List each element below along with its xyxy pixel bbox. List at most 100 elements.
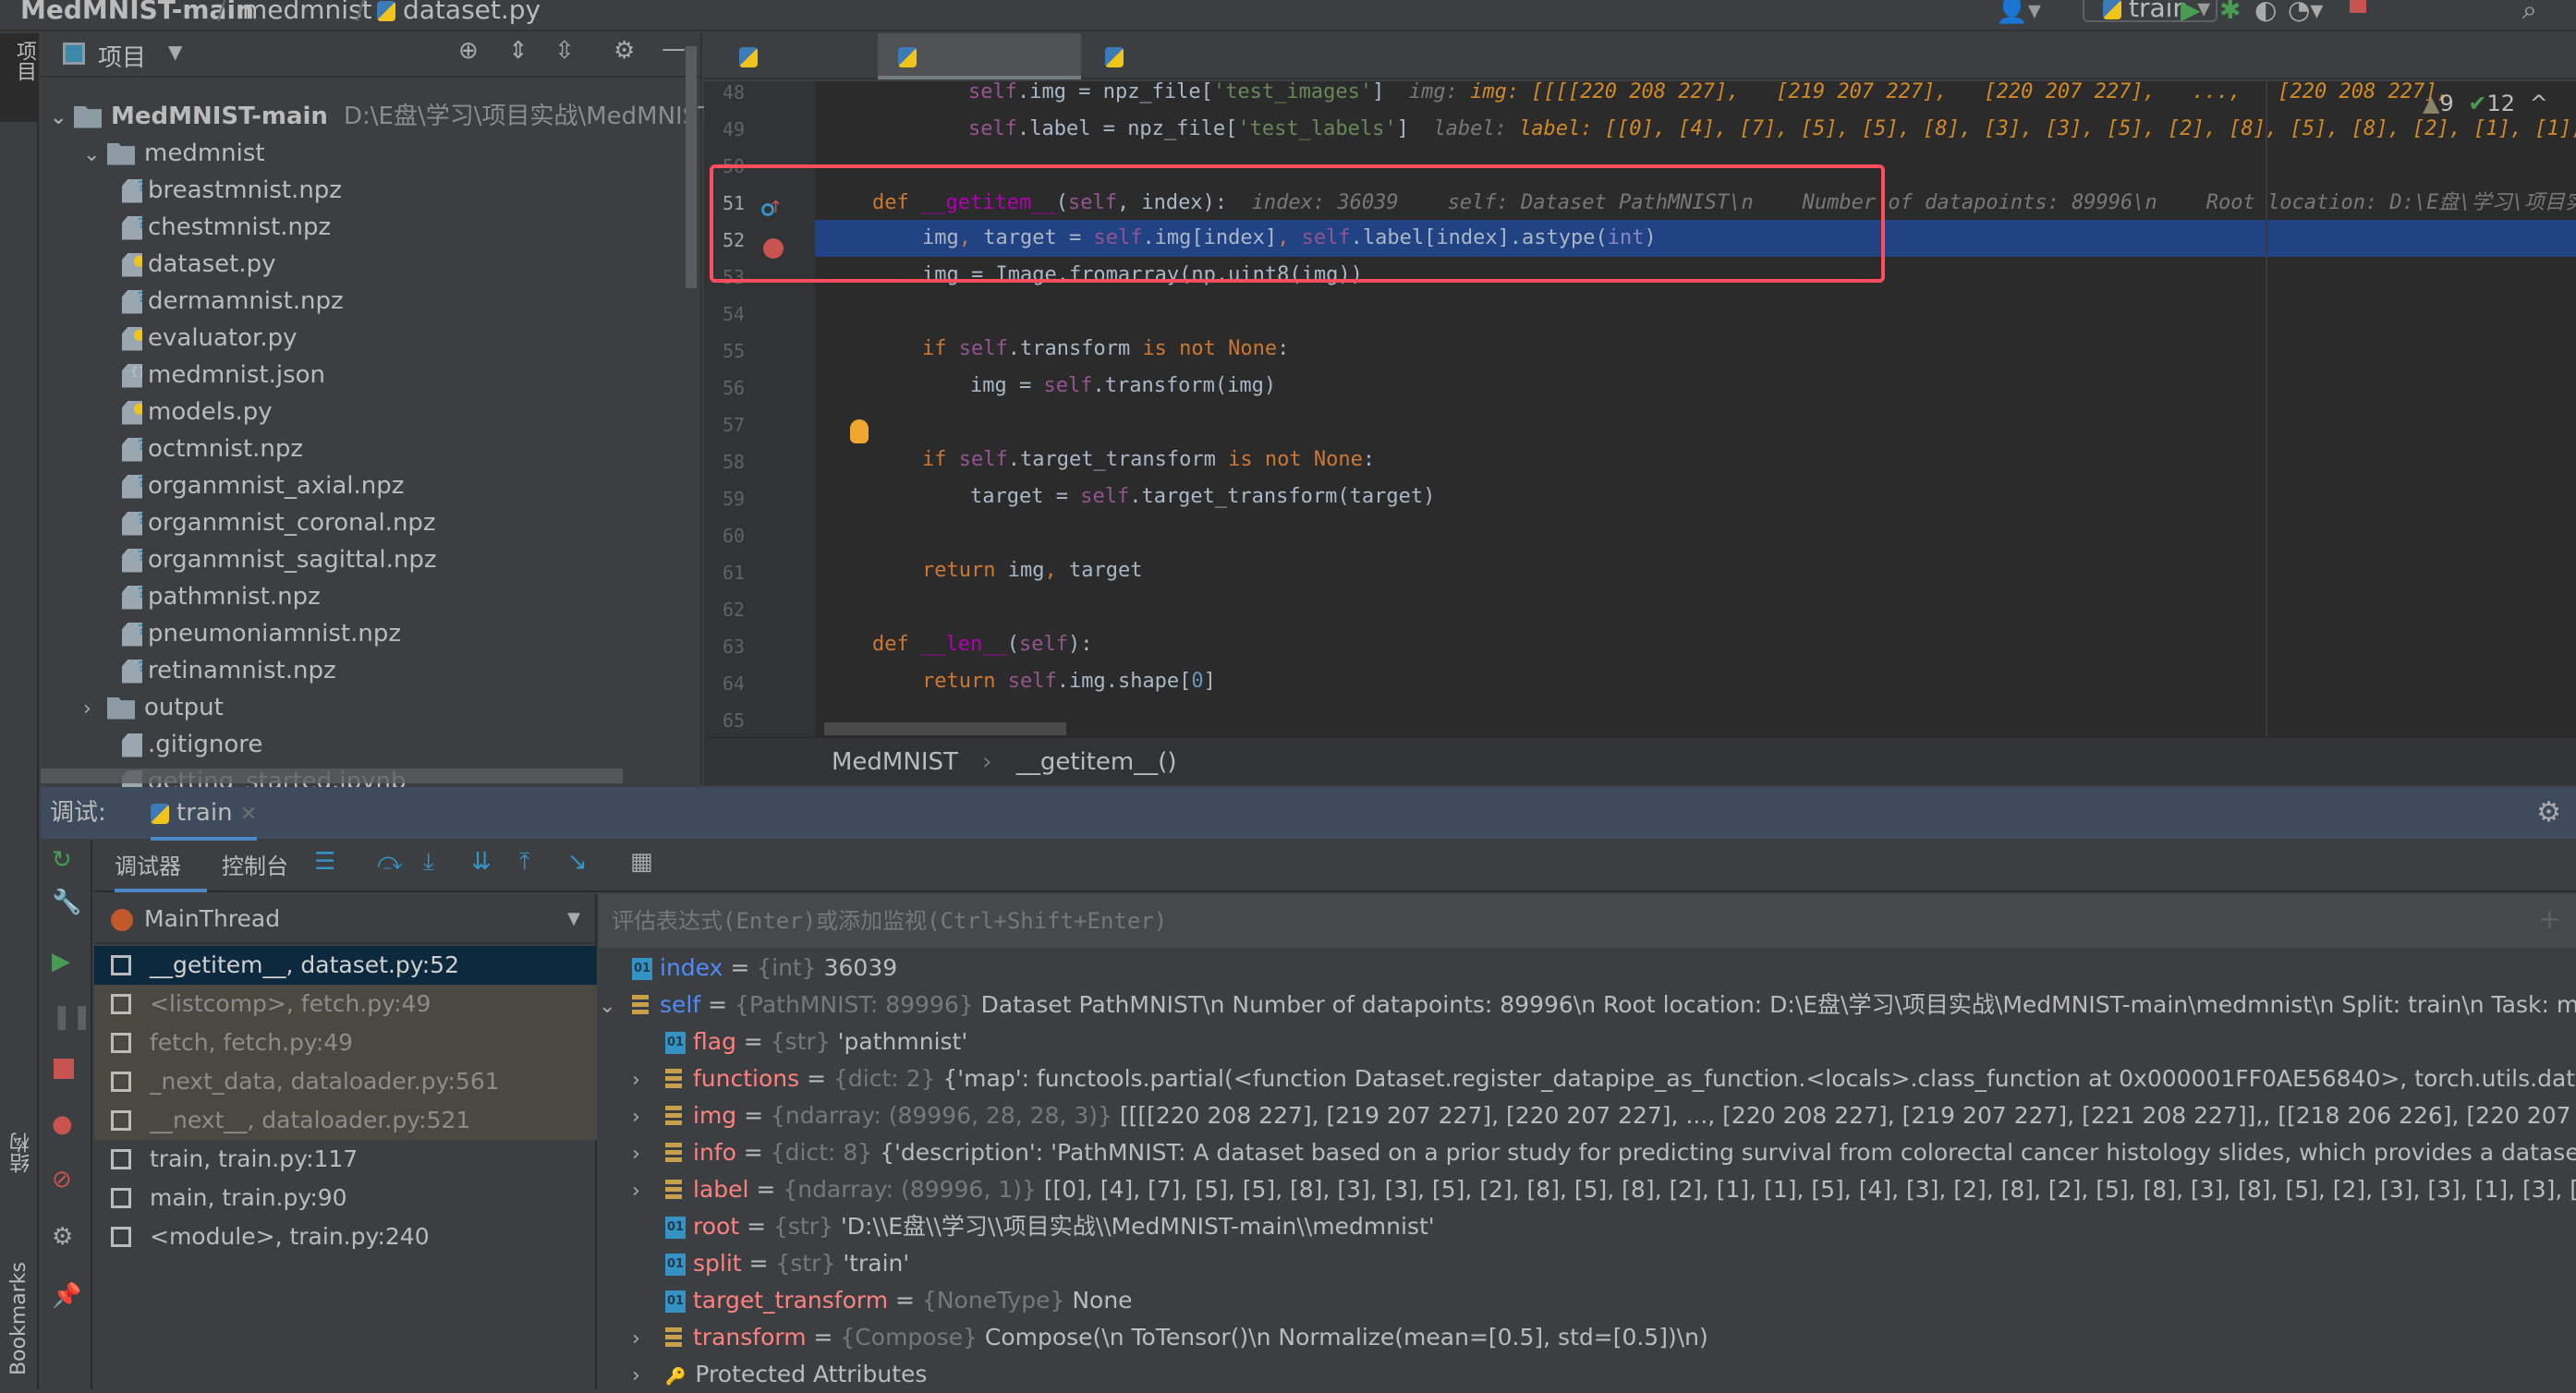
stack-frame[interactable]: __getitem__, dataset.py:52 <box>94 946 597 985</box>
resume-icon[interactable]: ▶ <box>52 948 70 975</box>
tree-file[interactable]: ? organmnist_axial.npz <box>122 467 404 504</box>
locate-icon[interactable]: ⊕ <box>458 37 479 65</box>
tab-train-py[interactable]: train.py✕ <box>719 33 876 116</box>
tree-file[interactable]: ? octmnist.npz <box>122 430 303 467</box>
variable-row[interactable]: 01 root = {str} 'D:\\E盘\\学习\\项目实战\\MedMNI… <box>632 1208 2576 1245</box>
chevron-right-icon[interactable]: › <box>632 1358 665 1393</box>
chevron-up-icon[interactable]: ^ <box>2530 91 2548 116</box>
variable-row[interactable]: 01 flag = {str} 'pathmnist' <box>632 1024 2576 1060</box>
debug-session-tab[interactable]: train ✕ <box>151 791 258 841</box>
tree-folder-medmnist[interactable]: ⌄ medmnist <box>83 135 265 172</box>
tree-folder-output[interactable]: › output <box>83 689 224 726</box>
breadcrumb-file[interactable]: dataset.py <box>377 0 541 25</box>
step-out-icon[interactable]: ⤒ <box>519 848 530 877</box>
variable-row[interactable]: › transform = {Compose} Compose(\n ToTens… <box>632 1319 2576 1356</box>
step-over-icon[interactable]: ⤼ <box>377 848 403 877</box>
variable-row[interactable]: › functions = {dict: 2} {'map': functools… <box>632 1060 2576 1097</box>
gear-icon[interactable]: ⚙ <box>614 37 635 65</box>
tree-file-gitignore[interactable]: .gitignore <box>122 726 262 763</box>
pause-icon[interactable]: ❚❚ <box>52 1003 92 1031</box>
evaluate-expression-icon[interactable]: ▦ <box>630 848 653 876</box>
variable-row[interactable]: › 🔑 Protected Attributes <box>632 1356 2576 1393</box>
variable-row[interactable]: › label = {ndarray: (89996, 1)} [[0], [4]… <box>632 1171 2576 1208</box>
gear-icon[interactable]: ⚙ <box>2536 787 2561 839</box>
profile-icon[interactable]: ◔▾ <box>2288 0 2324 25</box>
tree-file[interactable]: ? breastmnist.npz <box>122 172 342 209</box>
project-tool-window-button[interactable]: 项目 <box>0 33 39 122</box>
inspection-widget[interactable]: ▲9 ✔12 ^ <box>2423 91 2548 116</box>
run-to-cursor-icon[interactable]: ↘ <box>567 848 588 876</box>
object-type-icon <box>665 1069 682 1091</box>
stack-frame[interactable]: __next__, dataloader.py:521 <box>94 1101 597 1140</box>
rerun-icon[interactable]: ↻ <box>52 846 72 874</box>
step-into-my-code-icon[interactable]: ⇊ <box>471 848 492 876</box>
user-icon[interactable]: 👤▾ <box>1996 0 2041 25</box>
stack-frame[interactable]: <module>, train.py:240 <box>94 1217 597 1256</box>
settings-icon[interactable]: ⚙ <box>52 1223 73 1251</box>
tree-file[interactable]: ? organmnist_sagittal.npz <box>122 541 436 578</box>
stack-frame[interactable]: fetch, fetch.py:49 <box>94 1024 597 1062</box>
tree-file[interactable]: ● models.py <box>122 394 273 430</box>
horizontal-scrollbar[interactable] <box>824 722 1066 735</box>
run-icon[interactable]: ▶ <box>2181 0 2201 25</box>
stop-icon[interactable] <box>2350 0 2366 13</box>
thread-select[interactable]: MainThread ▼ <box>94 894 597 944</box>
tree-file[interactable]: ? chestmnist.npz <box>122 209 331 246</box>
step-into-icon[interactable]: ⤓ <box>423 848 434 877</box>
variable-row[interactable]: › img = {ndarray: (89996, 28, 28, 3)} [[[… <box>632 1097 2576 1134</box>
variable-row[interactable]: 01 target_transform = {NoneType} None <box>632 1282 2576 1319</box>
tree-file[interactable]: ? dermamnist.npz <box>122 283 344 320</box>
tab-debugger[interactable]: 调试器 <box>115 841 207 892</box>
coverage-icon[interactable]: ◐ <box>2254 0 2277 25</box>
chevron-down-icon[interactable]: ▼ <box>168 41 182 63</box>
chevron-right-icon[interactable]: › <box>632 1173 665 1208</box>
tab-dataset-py[interactable]: dataset.py✕ <box>878 33 1081 116</box>
breadcrumb-method[interactable]: __getitem__() <box>1016 748 1177 776</box>
search-icon[interactable]: ⌕ <box>2522 0 2537 26</box>
stack-frame[interactable]: _next_data, dataloader.py:561 <box>94 1062 597 1101</box>
hide-icon[interactable]: — <box>662 35 686 63</box>
chevron-right-icon[interactable]: › <box>632 1099 665 1134</box>
horizontal-scrollbar[interactable] <box>41 769 623 783</box>
tree-root[interactable]: ⌄ MedMNIST-main D:\E盘\学习\项目实战\MedMNIST-ma <box>50 98 757 135</box>
tab-console[interactable]: 控制台 <box>222 841 288 892</box>
breadcrumb-class[interactable]: MedMNIST <box>832 748 958 776</box>
stop-icon[interactable] <box>54 1059 74 1079</box>
tree-file[interactable]: ● dataset.py <box>122 246 275 283</box>
wrench-icon[interactable]: 🔧 <box>52 889 81 916</box>
debug-icon[interactable]: ✱ <box>2219 0 2241 25</box>
tree-file[interactable]: ? organmnist_coronal.npz <box>122 504 436 541</box>
stack-frame[interactable]: <listcomp>, fetch.py:49 <box>94 985 597 1024</box>
stack-frame[interactable]: train, train.py:117 <box>94 1140 597 1179</box>
chevron-right-icon[interactable]: › <box>632 1062 665 1097</box>
tree-file[interactable]: ? pneumoniamnist.npz <box>122 615 401 652</box>
variable-row[interactable]: 01 split = {str} 'train' <box>632 1245 2576 1282</box>
lightbulb-icon[interactable] <box>850 419 869 443</box>
bookmarks-tool-label[interactable]: Bookmarks <box>7 1262 30 1375</box>
chevron-down-icon[interactable]: ⌄ <box>599 988 632 1024</box>
project-view-title[interactable]: 项目 <box>98 39 146 73</box>
view-breakpoints-icon[interactable]: ● <box>52 1110 73 1138</box>
pin-icon[interactable]: 📌 <box>52 1282 81 1310</box>
close-icon[interactable]: ✕ <box>240 803 257 826</box>
frames-menu-icon[interactable]: ☰ <box>314 848 335 876</box>
collapse-all-icon[interactable]: ⇳ <box>554 37 575 65</box>
add-watch-icon[interactable]: + <box>2538 903 2561 936</box>
tree-file[interactable]: ? pathmnist.npz <box>122 578 321 615</box>
structure-tool-label[interactable]: 结构 <box>7 1133 37 1173</box>
variable-row[interactable]: › info = {dict: 8} {'description': 'PathM… <box>632 1134 2576 1171</box>
tree-file[interactable]: ? retinamnist.npz <box>122 652 336 689</box>
evaluate-expression-input[interactable]: 评估表达式(Enter)或添加监视(Ctrl+Shift+Enter) <box>599 894 2576 948</box>
breadcrumb-folder[interactable]: medmnist <box>242 0 372 25</box>
tree-file[interactable]: {} medmnist.json <box>122 357 325 394</box>
mute-breakpoints-icon[interactable]: ⊘ <box>52 1166 72 1193</box>
expand-all-icon[interactable]: ⇕ <box>508 37 529 65</box>
chevron-right-icon[interactable]: › <box>632 1321 665 1356</box>
tree-file[interactable]: ● evaluator.py <box>122 320 298 357</box>
variable-row[interactable]: 01 index = {int} 36039 <box>599 950 2576 987</box>
vertical-scrollbar[interactable] <box>686 46 697 288</box>
variable-row[interactable]: ⌄ self = {PathMNIST: 89996} Dataset PathM… <box>599 987 2576 1024</box>
tab-models-py[interactable]: models.py✕ <box>1085 33 1270 116</box>
chevron-right-icon[interactable]: › <box>632 1136 665 1171</box>
stack-frame[interactable]: main, train.py:90 <box>94 1179 597 1217</box>
